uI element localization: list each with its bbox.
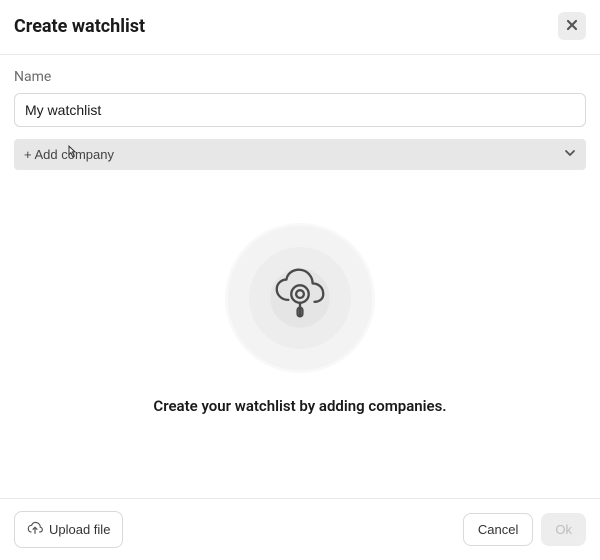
cancel-button[interactable]: Cancel: [463, 513, 533, 546]
upload-icon: [27, 520, 43, 539]
dialog-footer: Upload file Cancel Ok: [0, 498, 600, 560]
add-company-label: + Add company: [24, 147, 114, 162]
empty-state-message: Create your watchlist by adding companie…: [153, 397, 446, 415]
footer-actions: Cancel Ok: [463, 513, 586, 546]
ok-button[interactable]: Ok: [541, 513, 586, 546]
upload-file-label: Upload file: [49, 522, 110, 537]
close-button[interactable]: [558, 12, 586, 40]
empty-state: Create your watchlist by adding companie…: [14, 170, 586, 498]
dialog-title: Create watchlist: [14, 16, 145, 37]
chevron-down-icon: [564, 147, 576, 162]
name-input[interactable]: [14, 93, 586, 127]
dialog-header: Create watchlist: [0, 0, 600, 54]
cloud-search-icon: [269, 265, 331, 331]
upload-file-button[interactable]: Upload file: [14, 511, 123, 548]
empty-illustration: [225, 223, 375, 373]
close-icon: [565, 18, 579, 35]
dialog-content: Name + Add company Creat: [0, 55, 600, 498]
add-company-dropdown[interactable]: + Add company: [14, 139, 586, 170]
name-label: Name: [14, 69, 586, 85]
